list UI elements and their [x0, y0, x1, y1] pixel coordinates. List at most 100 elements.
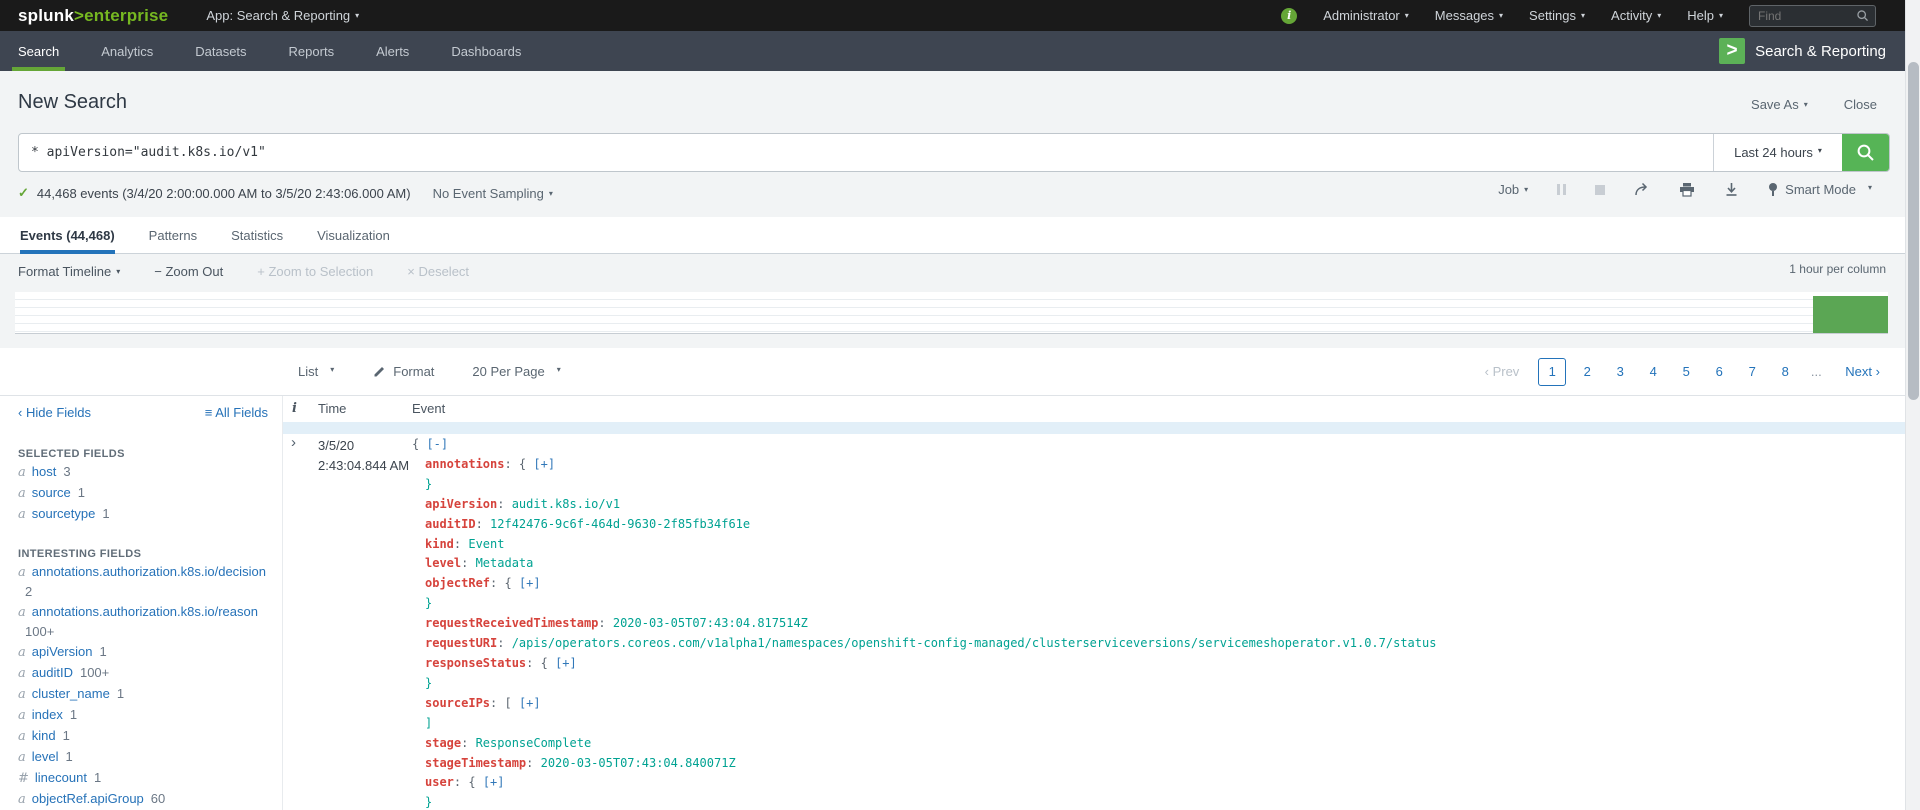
splunk-logo[interactable]: splunk>enterprise [18, 6, 168, 26]
field-item-annotations-authorization-k8s-io-reason[interactable]: aannotations.authorization.k8s.io/reason… [18, 602, 270, 641]
timeline-bar[interactable] [1813, 296, 1888, 333]
json-expand-toggle[interactable]: [+] [519, 576, 541, 590]
json-punct: : [ [490, 696, 519, 710]
field-item-sourcetype[interactable]: asourcetype1 [18, 504, 270, 524]
json-expand-toggle[interactable]: [-] [426, 437, 448, 451]
event-json-line: sourceIPs: [ [+] [412, 694, 1910, 714]
scrollbar-thumb[interactable] [1908, 62, 1919, 400]
json-punct: : [497, 497, 511, 511]
page-button-8[interactable]: 8 [1773, 364, 1797, 379]
close-button[interactable]: Close [1844, 97, 1877, 112]
event-sampling-menu[interactable]: No Event Sampling▾ [433, 186, 553, 201]
prev-page-button[interactable]: ‹ Prev [1485, 364, 1520, 379]
deselect-button[interactable]: × Deselect [407, 264, 469, 279]
event-json-line: responseStatus: { [+] [412, 654, 1910, 674]
nav-item-datasets[interactable]: Datasets [189, 31, 252, 71]
zoom-to-selection-button[interactable]: + Zoom to Selection [257, 264, 373, 279]
page-button-6[interactable]: 6 [1707, 364, 1731, 379]
field-count: 1 [99, 644, 106, 659]
json-expand-toggle[interactable]: [+] [533, 457, 555, 471]
json-expand-toggle[interactable]: [+] [519, 696, 541, 710]
results-content: ‹ Hide Fields ≡ All Fields SELECTED FIEL… [0, 396, 1920, 810]
event-json-line: auditID: 12f42476-9c6f-464d-9630-2f85fb3… [412, 515, 1910, 535]
pause-button[interactable] [1557, 184, 1566, 195]
find-box [1749, 5, 1876, 27]
topbar-menu-help[interactable]: Help▾ [1687, 8, 1723, 23]
field-item-level[interactable]: alevel1 [18, 747, 270, 767]
all-fields-button[interactable]: ≡ All Fields [205, 405, 268, 420]
list-view-label: List [298, 364, 318, 379]
stop-button[interactable] [1595, 185, 1605, 195]
page-button-1[interactable]: 1 [1538, 358, 1566, 386]
export-button[interactable] [1724, 182, 1739, 197]
page-button-5[interactable]: 5 [1674, 364, 1698, 379]
field-item-linecount[interactable]: #linecount1 [18, 768, 270, 788]
field-type-icon: a [18, 729, 26, 744]
field-type-icon: a [18, 565, 26, 580]
print-button[interactable] [1679, 182, 1695, 197]
field-item-index[interactable]: aindex1 [18, 705, 270, 725]
field-item-auditid[interactable]: aauditID100+ [18, 663, 270, 683]
field-item-apiversion[interactable]: aapiVersion1 [18, 642, 270, 662]
timeline-chart[interactable] [15, 292, 1888, 334]
search-mode-menu[interactable]: Smart Mode▾ [1768, 182, 1872, 197]
time-range-picker[interactable]: Last 24 hours▾ [1713, 134, 1842, 171]
tab-visualization[interactable]: Visualization [317, 217, 390, 254]
topbar-menu-activity[interactable]: Activity▾ [1611, 8, 1661, 23]
info-icon[interactable]: i [1281, 8, 1297, 24]
json-key: stageTimestamp [425, 756, 526, 770]
interesting-fields-header: INTERESTING FIELDS [18, 548, 141, 560]
format-results-button[interactable]: Format [372, 364, 434, 379]
search-submit-button[interactable] [1842, 134, 1889, 171]
field-item-cluster-name[interactable]: acluster_name1 [18, 684, 270, 704]
field-name: objectRef.apiGroup [32, 791, 144, 806]
field-item-host[interactable]: ahost3 [18, 462, 270, 482]
zoom-out-button[interactable]: − Zoom Out [154, 264, 223, 279]
tab-events-44-468[interactable]: Events (44,468) [20, 217, 115, 254]
field-item-annotations-authorization-k8s-io-decision[interactable]: aannotations.authorization.k8s.io/decisi… [18, 562, 270, 601]
page-button-7[interactable]: 7 [1740, 364, 1764, 379]
results-tabs: Events (44,468) Patterns Statistics Visuali… [20, 217, 390, 254]
nav-item-analytics[interactable]: Analytics [95, 31, 159, 71]
tab-statistics[interactable]: Statistics [231, 217, 283, 254]
field-type-icon: # [18, 771, 29, 786]
app-menu[interactable]: App: Search & Reporting▾ [206, 8, 359, 23]
job-menu[interactable]: Job▾ [1498, 182, 1528, 197]
find-input[interactable] [1756, 8, 1856, 24]
page-button-4[interactable]: 4 [1641, 364, 1665, 379]
save-as-button[interactable]: Save As▾ [1751, 97, 1808, 112]
per-page-menu[interactable]: 20 Per Page▾ [472, 364, 560, 379]
share-button[interactable] [1634, 182, 1650, 197]
field-item-objectref-apigroup[interactable]: aobjectRef.apiGroup60 [18, 789, 270, 809]
tab-patterns[interactable]: Patterns [149, 217, 197, 254]
nav-item-dashboards[interactable]: Dashboards [445, 31, 527, 71]
event-json: { [-]annotations: { [+]}apiVersion: audi… [412, 435, 1910, 810]
list-view-menu[interactable]: List▾ [298, 364, 334, 379]
json-punct: : [497, 636, 511, 650]
topbar-menu-settings[interactable]: Settings▾ [1529, 8, 1585, 23]
json-expand-toggle[interactable]: [+] [483, 775, 505, 789]
nav-item-reports[interactable]: Reports [283, 31, 341, 71]
json-expand-toggle[interactable]: [+] [555, 656, 577, 670]
app-badge[interactable]: > Search & Reporting [1719, 31, 1886, 71]
logo-suffix: >enterprise [74, 6, 168, 25]
json-punct: : [476, 517, 490, 531]
topbar-menu-messages[interactable]: Messages▾ [1435, 8, 1503, 23]
hide-fields-button[interactable]: ‹ Hide Fields [18, 405, 91, 420]
nav-item-search[interactable]: Search [12, 31, 65, 71]
zoom-out-label: Zoom Out [165, 264, 223, 279]
topbar-menu-administrator[interactable]: Administrator▾ [1323, 8, 1409, 23]
page-button-2[interactable]: 2 [1575, 364, 1599, 379]
nav-item-alerts[interactable]: Alerts [370, 31, 415, 71]
field-item-source[interactable]: asource1 [18, 483, 270, 503]
window-scrollbar[interactable] [1905, 0, 1920, 810]
format-timeline-menu[interactable]: Format Timeline▾ [18, 264, 120, 279]
next-page-button[interactable]: Next › [1845, 364, 1880, 379]
expand-event-chevron[interactable]: › [291, 436, 296, 450]
field-item-kind[interactable]: akind1 [18, 726, 270, 746]
search-mode-label: Smart Mode [1785, 182, 1856, 197]
page-button-3[interactable]: 3 [1608, 364, 1632, 379]
json-punct: : { [526, 656, 555, 670]
search-query-input[interactable] [19, 134, 1713, 171]
event-column-header: Event [412, 401, 445, 416]
